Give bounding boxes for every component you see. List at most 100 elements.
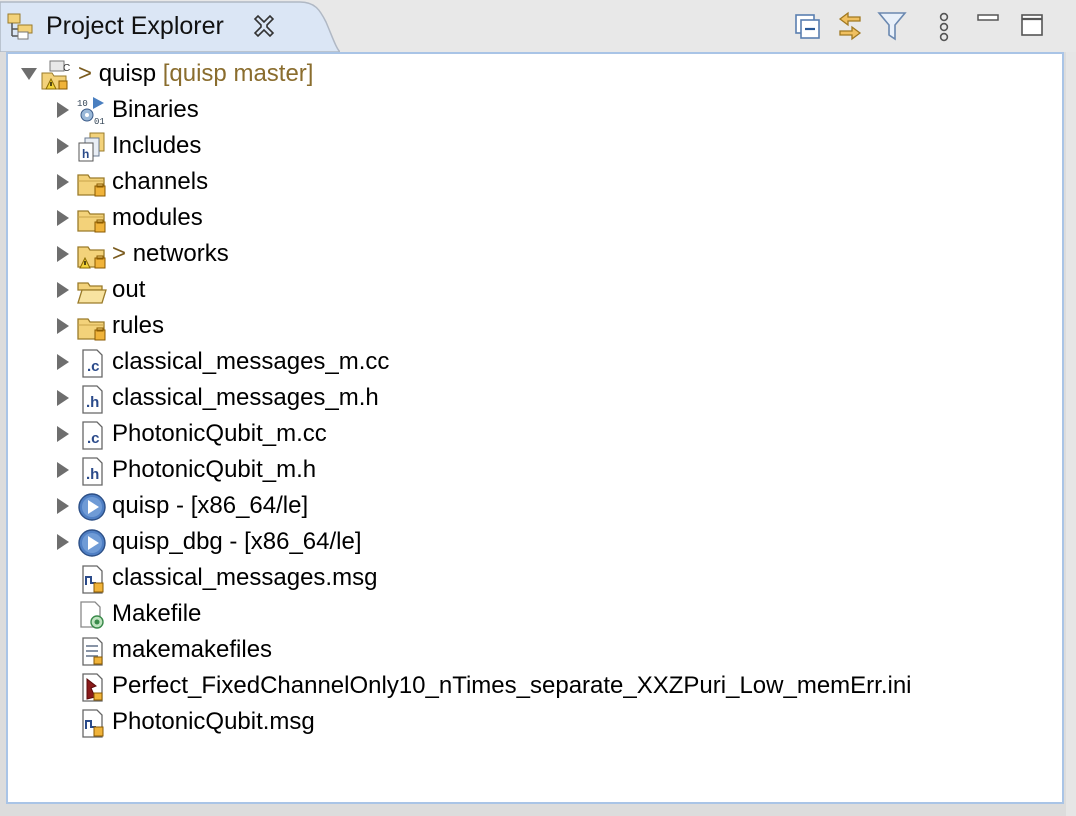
tree-row-item[interactable]: .c classical_messages_m.cc [8, 344, 1048, 380]
tree-row-item[interactable]: .h classical_messages_m.h [8, 380, 1048, 416]
tree-item-label: quisp - [x86_64/le] [112, 490, 308, 522]
item-name: PhotonicQubit_m.cc [112, 420, 327, 447]
svg-text:.h: .h [86, 394, 99, 411]
item-name: Includes [112, 132, 202, 159]
minimize-icon[interactable] [974, 9, 1006, 43]
item-prefix: > [112, 240, 133, 267]
item-name: makemakefiles [112, 636, 273, 663]
svg-text:.h: .h [86, 466, 99, 483]
tree-item-label: classical_messages.msg [112, 562, 377, 594]
svg-text:h: h [82, 147, 89, 161]
expand-toggle-icon[interactable] [54, 497, 72, 515]
tree-item-label: classical_messages_m.cc [112, 346, 389, 378]
header-file-icon: .h [76, 383, 108, 415]
item-name: rules [112, 312, 165, 339]
folder-icon [76, 311, 108, 343]
tree-item-label: modules [112, 202, 203, 234]
tree-item-label: classical_messages_m.h [112, 382, 379, 414]
tree-row-item[interactable]: 10 01 Binaries [8, 92, 1048, 128]
msg-file-icon [76, 707, 108, 739]
item-name: quisp_dbg - [x86_64/le] [112, 528, 362, 555]
expand-toggle-icon[interactable] [54, 245, 72, 263]
tree-row-item[interactable]: PhotonicQubit.msg [8, 704, 1048, 740]
expand-toggle-icon[interactable] [54, 281, 72, 299]
item-name: classical_messages_m.cc [112, 348, 390, 375]
tree-row-item[interactable]: channels [8, 164, 1048, 200]
expand-toggle-icon[interactable] [54, 101, 72, 119]
item-name: PhotonicQubit_m.h [112, 456, 317, 483]
expand-toggle-icon[interactable] [54, 173, 72, 191]
executable-icon [76, 527, 108, 559]
text-file-icon [76, 635, 108, 667]
tree-item-label: PhotonicQubit_m.cc [112, 418, 327, 450]
executable-icon [76, 491, 108, 523]
tree-row-item[interactable]: quisp_dbg - [x86_64/le] [8, 524, 1048, 560]
tree-item-label: channels [112, 166, 208, 198]
msg-file-icon [76, 563, 108, 595]
tree-row-project[interactable]: C > quisp [quisp master] [8, 56, 1048, 92]
folder-open-icon [76, 275, 108, 307]
collapse-all-icon[interactable] [792, 9, 824, 43]
item-name: Perfect_FixedChannelOnly10_nTimes_separa… [112, 672, 912, 699]
view-tab-bar: Project Explorer [0, 0, 1076, 52]
tree-row-item[interactable]: Makefile [8, 596, 1048, 632]
item-name: out [112, 276, 146, 303]
item-name: Binaries [112, 96, 199, 123]
project-prefix: > [78, 60, 99, 87]
maximize-icon[interactable] [1018, 9, 1050, 43]
item-name: quisp - [x86_64/le] [112, 492, 309, 519]
svg-text:.c: .c [87, 358, 100, 375]
tree-row-item[interactable]: .c PhotonicQubit_m.cc [8, 416, 1048, 452]
expand-toggle-icon[interactable] [54, 461, 72, 479]
expand-toggle-icon[interactable] [54, 353, 72, 371]
tab-project-explorer[interactable]: Project Explorer [0, 0, 340, 52]
ini-file-icon [76, 671, 108, 703]
tree-row-item[interactable]: > networks [8, 236, 1048, 272]
binaries-icon: 10 01 [76, 95, 108, 127]
svg-text:01: 01 [94, 117, 105, 127]
folder-icon [76, 167, 108, 199]
project-explorer-icon [6, 12, 36, 40]
tree-row-item[interactable]: Perfect_FixedChannelOnly10_nTimes_separa… [8, 668, 1048, 704]
tab-title: Project Explorer [46, 12, 224, 40]
tree-panel[interactable]: C > quisp [quisp master] 10 01 Binaries h Incl… [6, 52, 1064, 804]
filter-icon[interactable] [876, 9, 908, 43]
expand-toggle-icon[interactable] [54, 389, 72, 407]
expand-toggle-icon[interactable] [54, 533, 72, 551]
expand-toggle-icon[interactable] [20, 65, 38, 83]
tree-item-label: Perfect_FixedChannelOnly10_nTimes_separa… [112, 670, 912, 702]
item-name: PhotonicQubit.msg [112, 708, 315, 735]
c-source-file-icon: .c [76, 347, 108, 379]
project-explorer-view: Project Explorer C > quisp [quisp master… [0, 0, 1076, 816]
project-name: quisp [98, 60, 163, 87]
project-decoration: [quisp master] [162, 60, 314, 87]
item-name: classical_messages_m.h [112, 384, 379, 411]
svg-text:C: C [63, 63, 70, 74]
item-name: classical_messages.msg [112, 564, 378, 591]
expand-toggle-icon[interactable] [54, 425, 72, 443]
project-label: > quisp [quisp master] [78, 58, 313, 90]
makefile-icon [76, 599, 108, 631]
header-file-icon: .h [76, 455, 108, 487]
tree-item-label: Includes [112, 130, 201, 162]
view-menu-icon[interactable] [930, 9, 962, 43]
item-name: networks [132, 240, 229, 267]
expand-toggle-icon[interactable] [54, 317, 72, 335]
tree-row-item[interactable]: h Includes [8, 128, 1048, 164]
tree-row-item[interactable]: quisp - [x86_64/le] [8, 488, 1048, 524]
tree-row-item[interactable]: classical_messages.msg [8, 560, 1048, 596]
close-icon[interactable] [252, 14, 276, 38]
tree-row-item[interactable]: out [8, 272, 1048, 308]
tree-row-item[interactable]: rules [8, 308, 1048, 344]
link-with-editor-icon[interactable] [834, 9, 866, 43]
tree-row-item[interactable]: modules [8, 200, 1048, 236]
expand-toggle-icon[interactable] [54, 137, 72, 155]
expand-toggle-icon[interactable] [54, 209, 72, 227]
svg-text:.c: .c [87, 430, 100, 447]
c-source-file-icon: .c [76, 419, 108, 451]
tree-item-label: quisp_dbg - [x86_64/le] [112, 526, 362, 558]
item-name: channels [112, 168, 209, 195]
project-icon: C [40, 59, 72, 91]
tree-row-item[interactable]: makemakefiles [8, 632, 1048, 668]
tree-row-item[interactable]: .h PhotonicQubit_m.h [8, 452, 1048, 488]
